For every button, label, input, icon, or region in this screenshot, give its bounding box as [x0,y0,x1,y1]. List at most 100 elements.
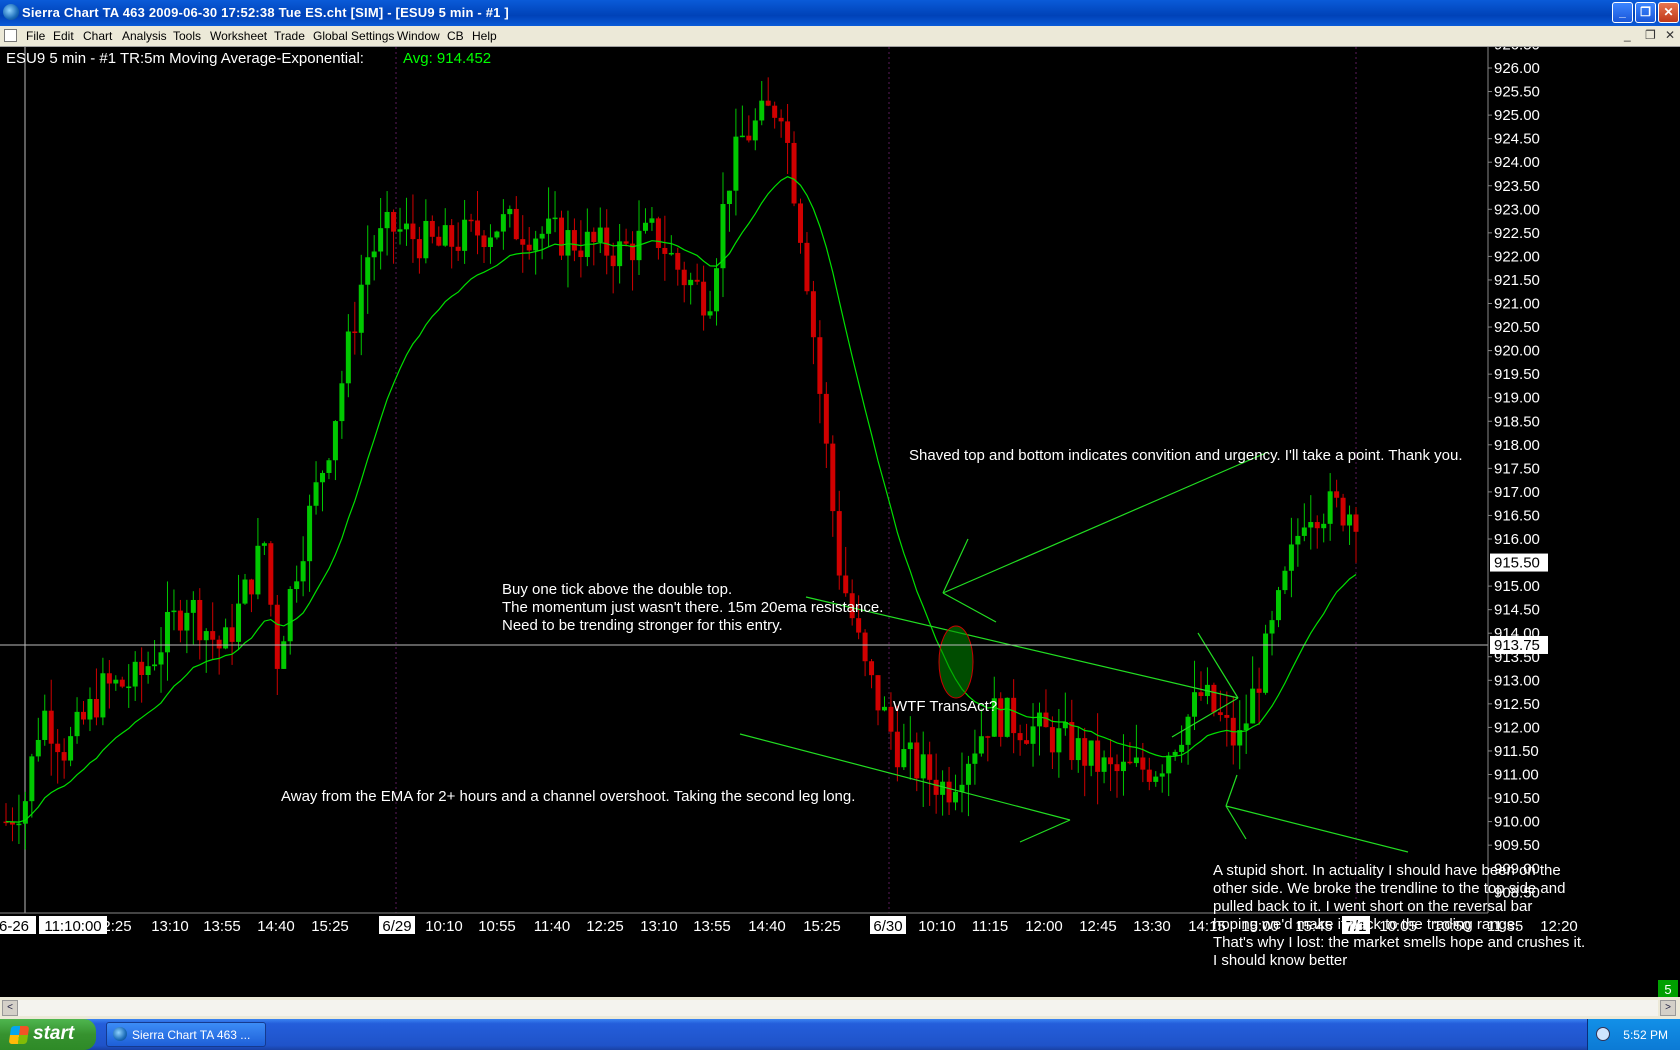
price-label: 923.00 [1494,201,1540,218]
menu-window[interactable]: Window [397,29,440,43]
candle-body [177,610,183,631]
menu-global-settings[interactable]: Global Settings [313,29,394,43]
candle-body [255,545,261,595]
mdi-minimize-button[interactable]: _ [1624,28,1631,42]
candle-body [1024,740,1030,744]
candle-body [1140,757,1146,770]
price-chart[interactable]: 926.50 926.00 925.50 925.00 924.50 924.00 923.… [0,36,1680,997]
candle-body [791,142,797,204]
annotation-stupid-short: hoping we'd make it back to the trading … [1213,916,1519,933]
candle-body [746,135,752,141]
mdi-restore-button[interactable]: ❐ [1645,28,1656,42]
price-label: 920.00 [1494,343,1540,360]
menu-cb[interactable]: CB [447,29,464,43]
menu-chart[interactable]: Chart [83,29,112,43]
candle-body [352,331,358,334]
candle-body [1049,727,1055,753]
candle-body [1256,688,1262,693]
tray-icon[interactable] [1596,1027,1610,1041]
candle-body [1017,733,1023,741]
ema-line [5,176,1357,823]
candle-body [610,255,616,267]
price-label: 921.50 [1494,272,1540,289]
candle-body [1179,744,1185,752]
mdi-close-button[interactable]: ✕ [1665,28,1675,42]
candle-body [759,100,765,121]
restore-button[interactable]: ❐ [1635,2,1656,23]
time-label: 13:10 [640,918,678,935]
tray-clock: 5:52 PM [1623,1028,1668,1042]
menu-tools[interactable]: Tools [173,29,201,43]
window-title-bar[interactable]: Sierra Chart TA 463 2009-06-30 17:52:38 … [0,0,1680,26]
candle-body [1198,692,1204,697]
annotation-stupid-short: A stupid short. In actuality I should ha… [1213,862,1561,879]
candle-body [320,472,326,483]
time-label: 6/29 [382,918,411,935]
candle-body [869,661,875,676]
document-icon[interactable] [4,29,17,42]
price-label: 925.00 [1494,107,1540,124]
candle-body [68,736,74,761]
candle-body [48,710,54,744]
annotation-arrow [942,592,997,623]
candle-body [248,579,254,595]
time-label: 13:30 [1133,918,1171,935]
menu-edit[interactable]: Edit [53,29,74,43]
minimize-button[interactable]: _ [1612,2,1633,23]
menu-trade[interactable]: Trade [274,29,305,43]
candle-body [507,208,513,215]
scroll-track[interactable] [18,1000,1658,1016]
price-label: 924.50 [1494,131,1540,148]
price-label: 915.00 [1494,578,1540,595]
price-label: 914.50 [1494,602,1540,619]
candle-body [597,227,603,243]
candle-body [701,281,707,316]
candle-body [1166,755,1172,774]
candle-body [668,252,674,255]
menu-help[interactable]: Help [472,29,497,43]
candle-body [1224,714,1230,718]
scroll-right-button[interactable]: > [1660,1000,1676,1016]
start-button[interactable]: start [0,1019,96,1050]
scroll-left-button[interactable]: < [2,1000,18,1016]
app-globe-icon [3,4,19,20]
annotation-buy-double-top: Need to be trending stronger for this en… [502,617,783,634]
menu-worksheet[interactable]: Worksheet [210,29,267,43]
menu-analysis[interactable]: Analysis [122,29,167,43]
candle-body [733,136,739,191]
candle-body [210,631,216,640]
candle-body [106,673,112,684]
candle-body [397,229,403,232]
annotation-arrow [1225,805,1409,853]
candle-body [591,231,597,243]
chart-horizontal-scrollbar[interactable]: < > [0,997,1680,1019]
price-label: 925.50 [1494,84,1540,101]
chart-area[interactable]: 926.50 926.00 925.50 925.00 924.50 924.00 923.… [0,36,1680,997]
time-label: 13:55 [693,918,731,935]
menu-file[interactable]: File [26,29,45,43]
price-label: 917.00 [1494,484,1540,501]
candle-body [1056,728,1062,753]
candle-body [1043,712,1049,728]
candle-body [1114,764,1120,772]
candle-body [481,235,487,248]
candle-body [300,561,306,582]
price-label: 917.50 [1494,460,1540,477]
candle-body [914,742,920,779]
taskbar-item-sierra-chart[interactable]: Sierra Chart TA 463 ... [106,1022,266,1047]
candle-body [965,763,971,785]
candle-body [74,711,80,737]
candle-body [655,218,661,248]
time-label: 11:15 [972,918,1008,935]
candle-body [455,246,461,251]
candle-body [1327,491,1333,524]
close-button[interactable]: ✕ [1658,2,1679,23]
candle-body [332,421,338,461]
candle-body [442,225,448,246]
candle-body [1334,491,1340,498]
annotation-stupid-short: That's why I lost: the market smells hop… [1213,934,1585,951]
candle-body [797,203,803,243]
candle-body [1036,712,1042,727]
candle-body [933,779,939,795]
price-label: 918.50 [1494,413,1540,430]
